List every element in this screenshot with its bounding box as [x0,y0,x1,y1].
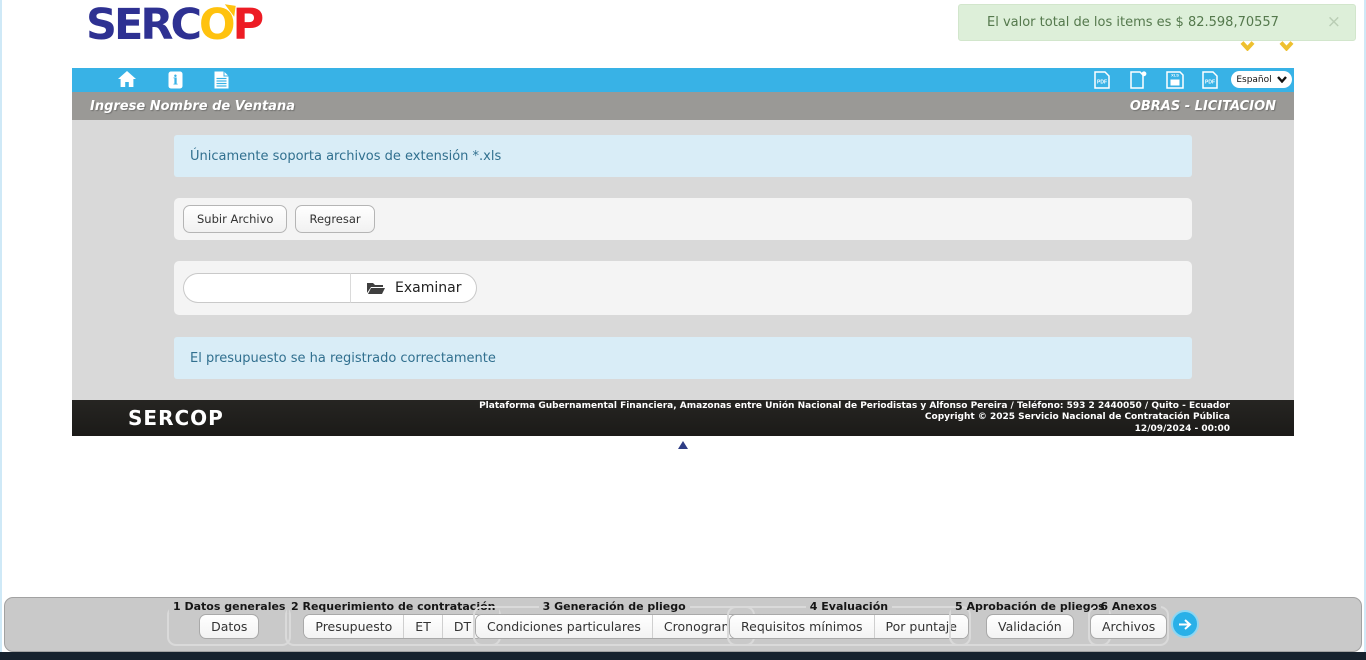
wizard-button-presupuesto[interactable]: Presupuesto [304,615,403,638]
browse-button[interactable]: Examinar [351,273,477,303]
wizard-group-label: 3 Generación de pliego [539,600,690,613]
logo-text-o: O [199,0,233,50]
wizard-group-generacion-pliego: 3 Generación de pliego Condiciones parti… [473,600,755,646]
wizard-button-requisitos-minimos[interactable]: Requisitos mínimos [730,615,874,638]
browse-label: Examinar [395,280,461,296]
svg-text:PDF: PDF [1097,80,1107,86]
sercop-logo: SERCOP [86,2,261,48]
chevron-down-icon [1277,76,1287,83]
footer-address-line: Plataforma Gubernamental Financiera, Ama… [479,401,1230,413]
footer-sercop-logo: SERCOP [128,406,224,430]
new-document-icon[interactable] [1130,71,1147,89]
alert-success-text: El presupuesto se ha registrado correcta… [190,351,496,366]
wizard-button-et[interactable]: ET [403,615,442,638]
wizard-group-aprobacion-pliegos: 5 Aprobación de pliegos Validación [949,600,1111,646]
file-select-panel: Examinar [174,261,1192,315]
info-icon[interactable]: i [168,71,183,89]
hidden-chevrons [1240,36,1294,55]
page: SERCOP El valor total de los items es $ … [0,0,1366,660]
wizard-button-condiciones-particulares[interactable]: Condiciones particulares [476,615,652,638]
save-xls-icon[interactable]: XLS [1166,71,1184,89]
svg-text:PDF: PDF [1205,80,1215,86]
file-combo: Examinar [183,273,477,303]
alert-xls-text: Únicamente soporta archivos de extensión… [190,149,501,164]
chevron-down-icon [1240,36,1255,55]
footer-date-line: 12/09/2024 - 00:00 [479,424,1230,436]
notification-toast: El valor total de los items es $ 82.598,… [958,4,1356,41]
footer: SERCOP Plataforma Gubernamental Financie… [72,400,1294,436]
wizard-group-label: 5 Aprobación de pliegos [951,600,1109,613]
actions-panel: Subir Archivo Regresar [174,198,1192,240]
wizard-group-label: 1 Datos generales [169,600,289,613]
bottom-strip [0,652,1366,660]
wizard-group-label: 2 Requerimiento de contratación [287,600,499,613]
scroll-top-arrow[interactable] [678,441,688,449]
back-button[interactable]: Regresar [295,205,374,233]
alert-xls-extension: Únicamente soporta archivos de extensión… [174,135,1192,177]
window-title-bar: Ingrese Nombre de Ventana OBRAS - LICITA… [72,92,1294,120]
wizard-group-anexos: 6 Anexos Archivos [1088,600,1169,646]
wizard-bar: 1 Datos generales Datos 2 Requerimiento … [4,597,1362,652]
close-icon[interactable]: × [1327,14,1341,31]
wizard-group-evaluacion: 4 Evaluación Requisitos mínimos Por punt… [727,600,971,646]
logo-text-ser: SER [86,0,170,50]
next-step-button[interactable] [1171,610,1199,638]
logo-text-c: C [170,0,199,50]
language-selected: Español [1236,75,1271,85]
wizard-button-datos[interactable]: Datos [199,614,259,639]
wizard-group-requerimiento: 2 Requerimiento de contratación Presupue… [285,600,501,646]
content-area: Únicamente soporta archivos de extensión… [72,120,1294,400]
logo-text-p: P [233,0,262,50]
arrow-right-icon [1178,619,1192,630]
home-icon[interactable] [118,71,136,87]
footer-text: Plataforma Gubernamental Financiera, Ama… [479,401,1294,436]
notification-text: El valor total de los items es $ 82.598,… [987,15,1279,30]
toolbar: i PDF XLS PDF Español [72,68,1294,92]
footer-copyright-line: Copyright © 2025 Servicio Nacional de Co… [479,412,1230,424]
pdf-icon[interactable]: PDF [1202,71,1218,89]
wizard-group-label: 4 Evaluación [806,600,892,613]
module-title: OBRAS - LICITACION [1130,99,1276,114]
alert-budget-success: El presupuesto se ha registrado correcta… [174,337,1192,379]
svg-text:XLS: XLS [1171,73,1179,78]
folder-icon [366,281,386,295]
chevron-down-icon [1279,36,1294,55]
language-select[interactable]: Español [1231,71,1292,88]
pdf-icon[interactable]: PDF [1094,71,1110,89]
svg-text:i: i [173,74,178,89]
window-left-border [0,0,2,652]
wizard-group-datos-generales: 1 Datos generales Datos [167,600,291,646]
document-icon[interactable] [214,71,229,89]
window-title: Ingrese Nombre de Ventana [90,99,295,114]
upload-file-button[interactable]: Subir Archivo [183,205,287,233]
file-path-input[interactable] [183,273,351,303]
wizard-button-archivos[interactable]: Archivos [1090,614,1167,639]
wizard-button-validacion[interactable]: Validación [986,614,1074,639]
wizard-group-label: 6 Anexos [1096,600,1161,613]
